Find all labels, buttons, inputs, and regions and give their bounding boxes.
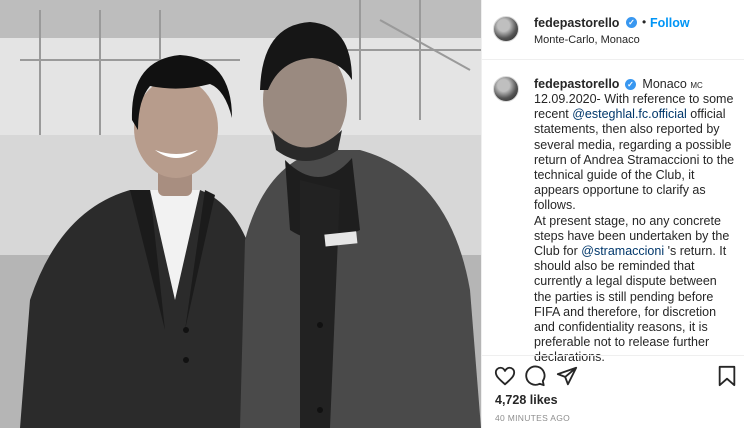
caption-paragraph-2: At present stage, no any concrete steps … [522,214,737,366]
caption-verified-badge-icon: ✓ [624,79,636,90]
post-footer: 4,728 likes 40 MINUTES AGO [482,355,744,428]
comment-icon[interactable] [524,365,546,387]
avatar[interactable] [493,16,519,42]
photo-illustration [0,0,481,428]
post-header: fedepastorello ✓ • Follow Monte-Carlo, M… [482,0,744,60]
post-timestamp[interactable]: 40 MINUTES AGO [495,413,570,423]
caption-location-tag: Monaco [642,77,687,91]
location-link[interactable]: Monte-Carlo, Monaco [534,34,640,46]
caption-paragraph-1: 12.09.2020- With reference to some recen… [522,92,737,214]
mention-link[interactable]: @stramaccioni [581,244,664,258]
likes-count[interactable]: 4,728 likes [495,393,558,407]
verified-badge-icon: ✓ [626,17,637,28]
mention-link[interactable]: @esteghlal.fc.official [572,107,687,121]
share-icon[interactable] [556,365,578,387]
caption-text-part: 's return. It should also be reminded th… [534,244,727,365]
follow-button[interactable]: Follow [650,16,690,30]
caption-username[interactable]: fedepastorello [534,77,619,91]
caption-text: 12.09.2020- With reference to some recen… [522,92,737,366]
caption-text-part: official statements, then also reported … [534,107,735,213]
header-username[interactable]: fedepastorello [534,16,619,30]
action-bar [494,365,739,389]
post-side-panel: fedepastorello ✓ • Follow Monte-Carlo, M… [481,0,744,428]
caption-avatar[interactable] [493,76,519,102]
caption-header: fedepastorello ✓ Monaco MC [534,77,703,91]
bookmark-icon[interactable] [716,365,738,387]
separator-dot: • [642,15,647,29]
heart-icon[interactable] [494,365,516,387]
caption-location-suffix: MC [690,81,703,90]
post-photo[interactable] [0,0,481,428]
caption-area: fedepastorello ✓ Monaco MC 12.09.2020- W… [482,62,744,364]
